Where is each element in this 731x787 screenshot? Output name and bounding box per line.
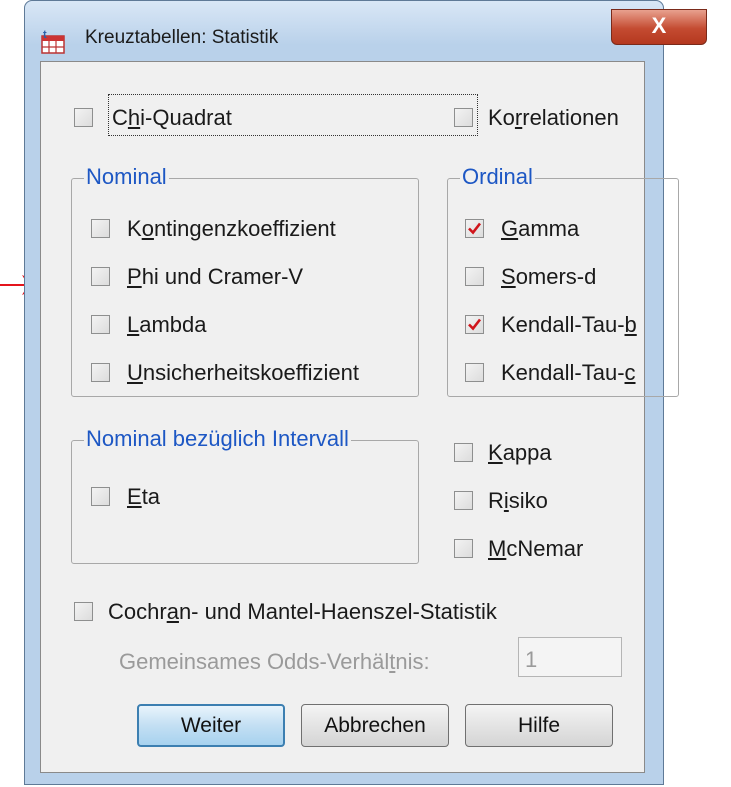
nominal-intervall-group: Nominal bezüglich Intervall: [71, 426, 419, 564]
phi-cramer-label[interactable]: Phi und Cramer-V: [127, 264, 303, 290]
kontingenz-checkbox[interactable]: [91, 219, 110, 238]
eta-checkbox[interactable]: [91, 487, 110, 506]
nominal-legend: Nominal: [84, 164, 169, 190]
kappa-checkbox[interactable]: [454, 443, 473, 462]
korrelationen-checkbox[interactable]: [454, 108, 473, 127]
window-title: Kreuztabellen: Statistik: [85, 27, 279, 48]
close-icon: X: [651, 13, 667, 38]
lambda-checkbox[interactable]: [91, 315, 110, 334]
kontingenz-label[interactable]: Kontingenzkoeffizient: [127, 216, 336, 242]
somers-label[interactable]: Somers-d: [501, 264, 596, 290]
odds-ratio-label: Gemeinsames Odds-Verhältnis:: [119, 649, 430, 674]
close-button[interactable]: X: [611, 9, 707, 45]
kendall-tau-b-checkbox[interactable]: [465, 315, 484, 334]
mcnemar-checkbox[interactable]: [454, 539, 473, 558]
abbrechen-button[interactable]: Abbrechen: [301, 704, 449, 747]
phi-cramer-checkbox[interactable]: [91, 267, 110, 286]
weiter-button[interactable]: Weiter: [137, 704, 285, 747]
kendall-tau-c-label[interactable]: Kendall-Tau-c: [501, 360, 636, 386]
chi-quadrat-checkbox[interactable]: [74, 108, 93, 127]
gamma-label[interactable]: Gamma: [501, 216, 579, 242]
risiko-checkbox[interactable]: [454, 491, 473, 510]
odds-ratio-input[interactable]: 1: [518, 637, 622, 677]
chi-quadrat-label[interactable]: Chi-Quadrat: [112, 105, 232, 131]
svg-text:t: t: [43, 29, 47, 41]
nominal-intervall-legend: Nominal bezüglich Intervall: [84, 426, 351, 452]
crosstab-app-icon: t: [41, 29, 65, 54]
title-bar[interactable]: t Kreuztabellen: Statistik X: [25, 1, 707, 54]
unsicherheit-checkbox[interactable]: [91, 363, 110, 382]
checkmark-icon: [468, 318, 482, 331]
somers-checkbox[interactable]: [465, 267, 484, 286]
gamma-checkbox[interactable]: [465, 219, 484, 238]
unsicherheit-label[interactable]: Unsicherheitskoeffizient: [127, 360, 359, 386]
kendall-tau-c-checkbox[interactable]: [465, 363, 484, 382]
hilfe-button[interactable]: Hilfe: [465, 704, 613, 747]
checkmark-icon: [468, 222, 482, 235]
lambda-label[interactable]: Lambda: [127, 312, 207, 338]
cochran-checkbox[interactable]: [74, 602, 93, 621]
ordinal-legend: Ordinal: [460, 164, 535, 190]
kappa-label[interactable]: Kappa: [488, 440, 552, 466]
korrelationen-label[interactable]: Korrelationen: [488, 105, 619, 131]
kendall-tau-b-label[interactable]: Kendall-Tau-b: [501, 312, 637, 338]
cochran-label[interactable]: Cochran- und Mantel-Haenszel-Statistik: [108, 599, 497, 625]
eta-label[interactable]: Eta: [127, 484, 160, 510]
risiko-label[interactable]: Risiko: [488, 488, 548, 514]
mcnemar-label[interactable]: McNemar: [488, 536, 583, 562]
